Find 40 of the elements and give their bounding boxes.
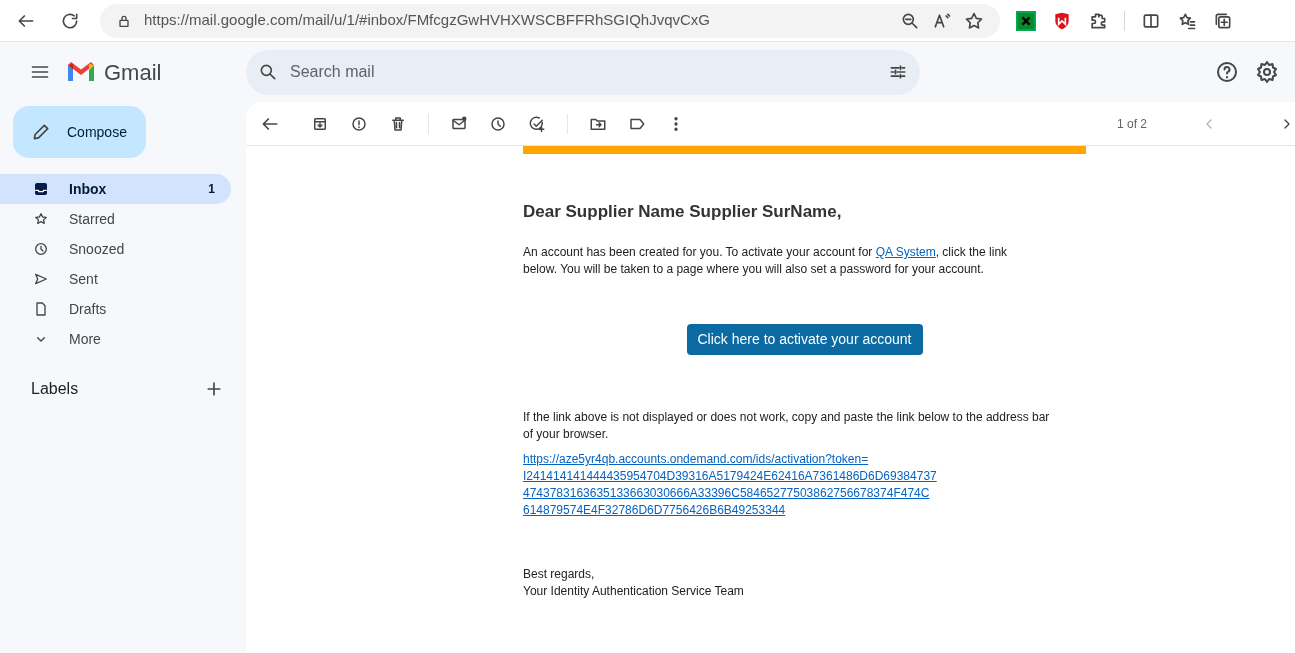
greeting-heading: Dear Supplier Name Supplier SurName, [523,203,843,220]
address-bar[interactable]: https://mail.google.com/mail/u/1/#inbox/FMfcgzGwHVHXWSCBFFRhSGIQhJvqvCxG [100,3,1000,38]
inbox-icon [33,181,49,197]
add-task-icon[interactable] [528,114,546,133]
system-link[interactable]: QA System [875,245,936,259]
star-icon[interactable] [964,10,984,31]
search-field[interactable]: Search mail [246,49,920,95]
extension-icon[interactable] [1016,10,1036,31]
intro-paragraph: An account has been created for you. To activate your account for QA System, click the link below. You will be taken to a page where you will also set a password for your account. [523,244,1009,278]
labels-heading: Labels [31,379,79,399]
sidebar-item[interactable]: Drafts [0,294,231,324]
sidebar-item[interactable]: Inbox 1 [0,174,231,204]
fallback-paragraph: If the link above is not displayed or does not work, copy and paste the link below to the address bar of your browser. [523,409,1051,443]
signoff-text: Best regards, Your Identity Authentication Service Team [523,566,745,600]
trash-icon[interactable] [389,114,407,133]
sidebar-item[interactable]: Snoozed [0,234,231,264]
filter-icon[interactable] [888,62,908,82]
url-text: https://mail.google.com/mail/u/1/#inbox/FMfcgzGwHVHXWSCBFFRhSGIQhJvqvCxG [144,10,710,31]
star-icon [33,211,49,227]
app-name: Gmail [104,58,162,87]
gmail-logo-icon [66,61,96,83]
compose-button[interactable]: Compose [13,106,146,158]
shield-icon[interactable] [1052,10,1072,31]
send-icon [33,271,49,287]
sidebar-item[interactable]: Sent [0,264,231,294]
search-icon [258,62,278,82]
pencil-icon [31,122,51,142]
report-icon[interactable] [350,114,368,133]
activate-account-button[interactable]: Click here to activate your account [686,324,923,355]
help-icon[interactable] [1215,60,1239,84]
clock-icon[interactable] [489,114,507,133]
sidebar-item[interactable]: More [0,324,231,354]
clock-icon [33,241,49,257]
settings-icon[interactable] [1255,60,1279,84]
pager-text: 1 of 2 [1116,115,1147,133]
search-input[interactable]: Search mail [290,60,876,84]
sidebar-item[interactable]: Starred [0,204,231,234]
activation-link[interactable]: https://aze5yr4qb.accounts.ondemand.com/ids/activation?token= I241414141444435954704D39316A5179424E62416A7361486D6D69384737 4743783163635133663030666A33396C58465277503862756678374F474C 614879574E4F32786D6D7756426B6B49253344 [523,451,993,519]
unread-count: 1 [208,181,215,198]
file-icon [33,301,49,317]
